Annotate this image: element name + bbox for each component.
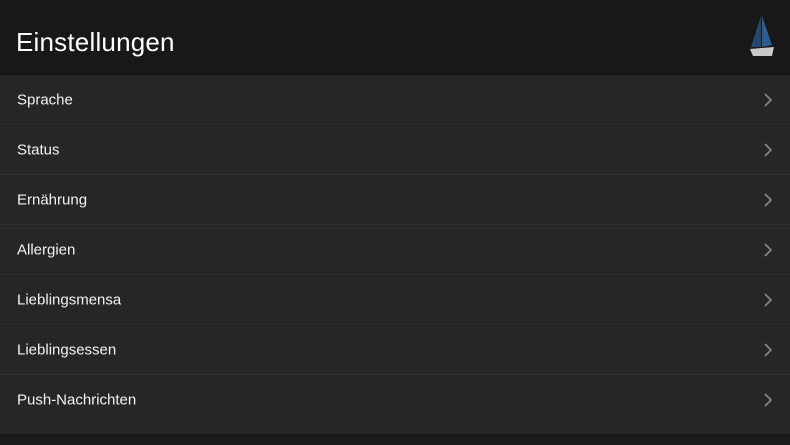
chevron-right-icon: [764, 92, 772, 107]
settings-item-lieblingsessen[interactable]: Lieblingsessen: [0, 325, 790, 375]
settings-screen: Einstellungen Sprache Status Ernährung A…: [0, 0, 790, 445]
bottom-bar: [0, 434, 790, 445]
chevron-right-icon: [764, 192, 772, 207]
settings-item-label: Ernährung: [17, 191, 88, 208]
settings-item-allergien[interactable]: Allergien: [0, 225, 790, 275]
chevron-right-icon: [764, 392, 772, 407]
settings-item-label: Allergien: [17, 241, 76, 258]
settings-item-sprache[interactable]: Sprache: [0, 75, 790, 125]
chevron-right-icon: [764, 242, 772, 257]
page-title: Einstellungen: [16, 27, 175, 57]
sailboat-icon: [750, 16, 774, 56]
header-bar: Einstellungen: [0, 0, 790, 75]
settings-item-push-nachrichten[interactable]: Push-Nachrichten: [0, 375, 790, 424]
chevron-right-icon: [764, 342, 772, 357]
settings-item-status[interactable]: Status: [0, 125, 790, 175]
settings-list: Sprache Status Ernährung Allergien Liebl…: [0, 75, 790, 434]
settings-item-ernaehrung[interactable]: Ernährung: [0, 175, 790, 225]
chevron-right-icon: [764, 292, 772, 307]
settings-item-label: Status: [17, 141, 60, 158]
settings-item-label: Sprache: [17, 91, 73, 108]
settings-item-label: Lieblingsessen: [17, 341, 117, 358]
chevron-right-icon: [764, 142, 772, 157]
settings-item-lieblingsmensa[interactable]: Lieblingsmensa: [0, 275, 790, 325]
settings-item-label: Push-Nachrichten: [17, 391, 137, 408]
settings-item-label: Lieblingsmensa: [17, 291, 122, 308]
